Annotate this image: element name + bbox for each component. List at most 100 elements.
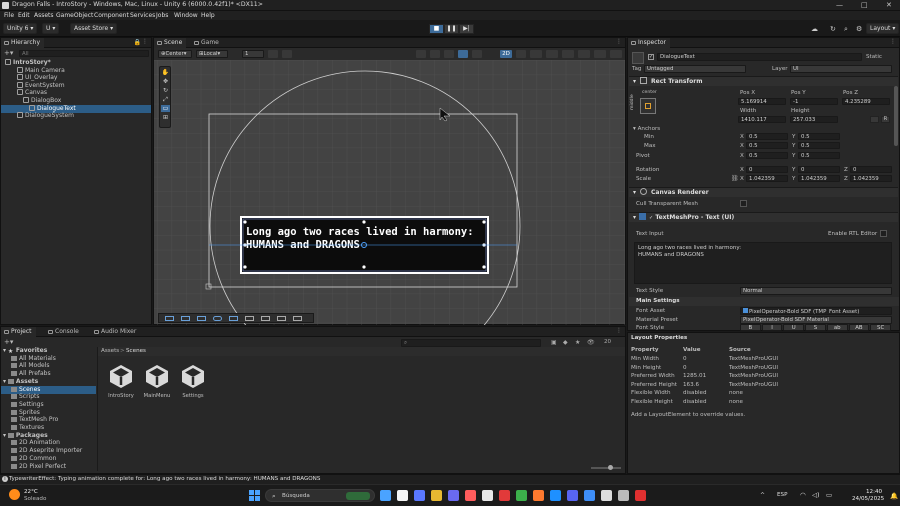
rotation-y-field[interactable]: 0 bbox=[798, 166, 840, 173]
pivot-x-field[interactable]: 0.5 bbox=[746, 152, 788, 159]
width-field[interactable]: 1410.117 bbox=[738, 116, 786, 123]
brush-icon[interactable] bbox=[181, 316, 190, 321]
gizmos-icon[interactable] bbox=[594, 50, 606, 58]
tmp-header[interactable]: ▾ ✓ TextMeshPro - Text (UI) bbox=[629, 212, 898, 222]
scale-link-icon[interactable]: ⛓ bbox=[731, 175, 739, 182]
language-indicator[interactable]: ESP bbox=[777, 492, 787, 498]
notes-icon[interactable] bbox=[482, 490, 493, 501]
kebab-menu-icon[interactable]: ⋮ bbox=[142, 38, 148, 45]
store-icon[interactable] bbox=[584, 490, 595, 501]
height-field[interactable]: 257.033 bbox=[790, 116, 838, 123]
rect-handle[interactable] bbox=[482, 220, 486, 224]
menu-help[interactable]: Help bbox=[201, 12, 215, 19]
icon-size-slider[interactable] bbox=[591, 465, 621, 470]
unity-u-button[interactable]: U ▾ bbox=[42, 23, 60, 34]
menu-window[interactable]: Window bbox=[174, 12, 198, 19]
scene-asset-tile[interactable] bbox=[108, 363, 134, 389]
grid-edit-icon[interactable] bbox=[293, 316, 302, 321]
font-style-button[interactable]: ab bbox=[826, 324, 848, 331]
camera-settings-icon[interactable] bbox=[578, 50, 590, 58]
canvas-renderer-header[interactable]: ▾ Canvas Renderer bbox=[629, 187, 898, 197]
transform-tool-icon[interactable]: ⊞ bbox=[161, 114, 170, 121]
tag-dropdown[interactable]: Untagged bbox=[644, 65, 746, 73]
menu-assets[interactable]: Assets bbox=[34, 12, 54, 19]
scene-viewport[interactable]: Long ago two races lived in harmony: HUM… bbox=[154, 60, 625, 325]
rect-handle[interactable] bbox=[482, 265, 486, 269]
anchor-max-y-field[interactable]: 0.5 bbox=[798, 142, 840, 149]
grid-snap-icon[interactable] bbox=[268, 50, 278, 58]
widgets-icon[interactable] bbox=[380, 490, 391, 501]
firefox-icon[interactable] bbox=[533, 490, 544, 501]
hand-tool-icon[interactable]: ✋ bbox=[161, 69, 170, 76]
menu-services[interactable]: Services bbox=[130, 12, 155, 19]
close-button[interactable]: ✕ bbox=[886, 1, 892, 9]
weather-temp[interactable]: 22°C bbox=[24, 489, 38, 495]
history-icon[interactable]: ↻ bbox=[830, 25, 836, 33]
menu-edit[interactable]: Edit bbox=[18, 12, 30, 19]
anchors-foldout[interactable]: ▾ Anchors bbox=[633, 126, 660, 132]
tab-console[interactable]: Console bbox=[45, 327, 83, 337]
add-object-button[interactable]: +▾ bbox=[4, 49, 13, 57]
picker-icon[interactable] bbox=[213, 316, 222, 321]
anchor-min-x-field[interactable]: 0.5 bbox=[746, 133, 788, 140]
project-tree-item[interactable]: 2D Pixel Perfect bbox=[1, 463, 96, 471]
menu-file[interactable]: File bbox=[4, 12, 14, 19]
pos-y-field[interactable]: -1 bbox=[790, 98, 838, 105]
breadcrumb-scenes[interactable]: Scenes bbox=[126, 348, 146, 354]
anchor-min-y-field[interactable]: 0.5 bbox=[798, 133, 840, 140]
cloud-icon[interactable]: ☁ bbox=[811, 25, 818, 33]
hierarchy-item[interactable]: DialogueSystem bbox=[17, 112, 74, 120]
rect-transform-header[interactable]: ▾ Rect Transform bbox=[629, 76, 898, 86]
mode-2d-toggle[interactable]: 2D bbox=[500, 50, 512, 58]
rect-handle[interactable] bbox=[243, 265, 247, 269]
status-message[interactable]: TypewriterEffect: Typing animation compl… bbox=[9, 476, 320, 482]
pos-x-field[interactable]: 5.169914 bbox=[738, 98, 786, 105]
scale-z-field[interactable]: 1.042359 bbox=[850, 175, 892, 182]
rect-handle[interactable] bbox=[362, 220, 366, 224]
maximize-button[interactable]: □ bbox=[861, 1, 868, 9]
space-mode-dropdown[interactable]: ⊞Local▾ bbox=[196, 50, 228, 58]
snap-value-field[interactable]: 1 bbox=[242, 50, 264, 58]
sprite-icon[interactable] bbox=[261, 316, 270, 321]
menu-jobs[interactable]: Jobs bbox=[156, 12, 168, 19]
taskbar-search-box[interactable]: ⌕ Búsqueda bbox=[265, 489, 375, 502]
battery-icon[interactable]: ▭ bbox=[826, 491, 832, 499]
chat-icon[interactable] bbox=[277, 316, 286, 321]
layout-button[interactable]: Layout ▾ bbox=[866, 23, 900, 34]
active-checkbox[interactable]: ✓ bbox=[648, 54, 654, 60]
create-asset-button[interactable]: +▾ bbox=[4, 338, 13, 346]
unity-hub-icon[interactable] bbox=[601, 490, 612, 501]
project-splitter[interactable] bbox=[97, 347, 98, 471]
box-fill-icon[interactable] bbox=[197, 316, 206, 321]
rect-handle[interactable] bbox=[243, 220, 247, 224]
font-style-button[interactable]: SC bbox=[870, 324, 891, 331]
tab-audio-mixer[interactable]: Audio Mixer bbox=[91, 327, 140, 337]
shading-solid-icon[interactable] bbox=[444, 50, 454, 58]
unity-editor-icon[interactable] bbox=[618, 490, 629, 501]
font-style-button[interactable]: I bbox=[761, 324, 783, 331]
minecraft-icon[interactable] bbox=[516, 490, 527, 501]
menu-component[interactable]: Component bbox=[94, 12, 129, 19]
font-style-button[interactable]: S bbox=[805, 324, 826, 331]
pivot-y-field[interactable]: 0.5 bbox=[798, 152, 840, 159]
layers-icon[interactable] bbox=[610, 50, 622, 58]
tab-project[interactable]: Project bbox=[1, 327, 36, 337]
text-input-area[interactable]: Long ago two races lived in harmony: HUM… bbox=[634, 242, 892, 284]
grid-visibility-icon[interactable] bbox=[282, 50, 292, 58]
enable-rtl-checkbox[interactable] bbox=[880, 230, 887, 237]
inspector-scrollbar[interactable] bbox=[894, 86, 898, 146]
minimize-button[interactable]: — bbox=[836, 1, 843, 9]
filter-type-icon[interactable]: ▣ bbox=[551, 339, 557, 346]
hidden-objects-icon[interactable] bbox=[562, 50, 574, 58]
tilemap-icon[interactable] bbox=[165, 316, 174, 321]
hidden-packages-icon[interactable]: 👁 bbox=[587, 339, 595, 346]
scene-asset-tile[interactable] bbox=[180, 363, 206, 389]
search-icon[interactable]: ⌕ bbox=[844, 25, 848, 34]
clock-time[interactable]: 12:40 bbox=[866, 489, 882, 495]
font-style-button[interactable]: AB bbox=[848, 324, 870, 331]
font-style-button[interactable]: U bbox=[783, 324, 805, 331]
material-preset-dropdown[interactable]: PixelOperator-Bold SDF Material bbox=[740, 316, 892, 324]
shading-textured-icon[interactable] bbox=[458, 50, 468, 58]
object-name-field[interactable]: DialogueText bbox=[657, 53, 862, 61]
windows-start-icon[interactable] bbox=[249, 490, 260, 501]
